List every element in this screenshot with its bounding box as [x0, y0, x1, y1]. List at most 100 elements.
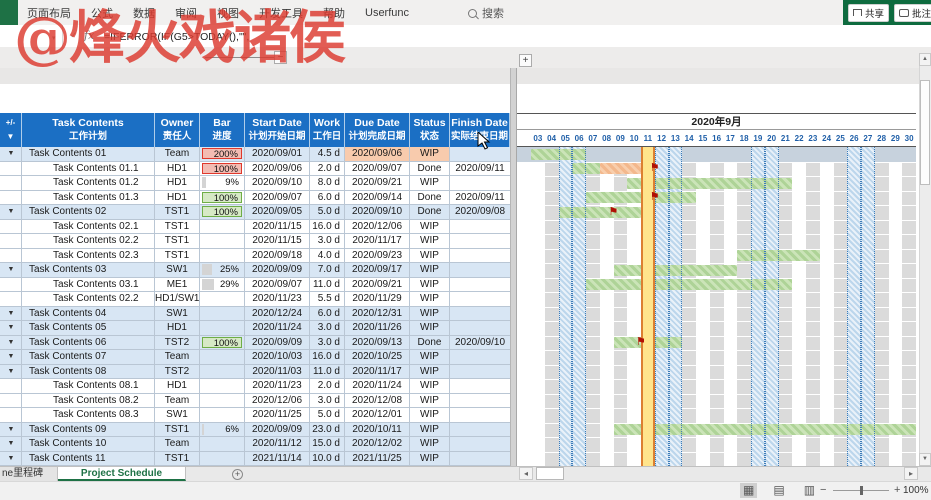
cell-collapse[interactable]: [0, 278, 22, 292]
pane-split-bar[interactable]: [510, 68, 517, 481]
cell-status[interactable]: WIP: [410, 394, 450, 408]
cell-status[interactable]: WIP: [410, 307, 450, 321]
table-row[interactable]: ▼Task Contents 10Team2020/11/1215.0 d202…: [0, 437, 510, 452]
cell-task-name[interactable]: Task Contents 08: [22, 365, 155, 379]
table-row[interactable]: ▼Task Contents 02TST1100%2020/09/055.0 d…: [0, 205, 510, 220]
table-row[interactable]: ▼Task Contents 06TST2100%2020/09/093.0 d…: [0, 336, 510, 351]
cell-owner[interactable]: HD1: [155, 321, 200, 335]
cell-due-date[interactable]: 2020/09/07: [345, 162, 410, 176]
sheet-tab-project-schedule[interactable]: Project Schedule: [58, 467, 186, 481]
cell-task-name[interactable]: Task Contents 11: [22, 452, 155, 466]
gantt-day-number[interactable]: 06: [572, 130, 586, 147]
cell-collapse[interactable]: [0, 263, 22, 277]
ribbon-tab-6[interactable]: 帮助: [323, 5, 345, 21]
gantt-day-number[interactable]: 21: [779, 130, 793, 147]
gantt-day-number[interactable]: 16: [710, 130, 724, 147]
ribbon-tab-4[interactable]: 视图: [217, 5, 239, 21]
cell-progress-bar[interactable]: 100%: [200, 162, 245, 176]
cell-finish-date[interactable]: [450, 263, 510, 277]
gantt-day-number[interactable]: 25: [834, 130, 848, 147]
cell-work-days[interactable]: 16.0 d: [310, 350, 345, 364]
table-header-1[interactable]: Task Contents工作计划: [22, 113, 155, 147]
cell-progress-bar[interactable]: 100%: [200, 336, 245, 350]
cell-status[interactable]: WIP: [410, 350, 450, 364]
cell-owner[interactable]: TST1: [155, 234, 200, 248]
cell-owner[interactable]: TST2: [155, 336, 200, 350]
ribbon-tab-0[interactable]: 页面布局: [27, 5, 71, 21]
cell-collapse[interactable]: [0, 307, 22, 321]
cell-task-name[interactable]: Task Contents 02: [22, 205, 155, 219]
cell-work-days[interactable]: 4.5 d: [310, 147, 345, 161]
cell-status[interactable]: WIP: [410, 379, 450, 393]
cell-status[interactable]: WIP: [410, 452, 450, 466]
horizontal-scrollbar-thumb[interactable]: [536, 467, 564, 480]
formula-confirm-icon[interactable]: ✓: [70, 30, 78, 41]
table-row[interactable]: Task Contents 08.2Team2020/12/063.0 d202…: [0, 394, 510, 409]
comments-button[interactable]: 批注: [894, 4, 931, 22]
cell-start-date[interactable]: 2020/11/25: [245, 408, 310, 422]
gantt-day-number[interactable]: 20: [765, 130, 779, 147]
cell-progress-bar[interactable]: [200, 307, 245, 321]
cell-finish-date[interactable]: [450, 307, 510, 321]
cell-due-date[interactable]: 2020/11/17: [345, 365, 410, 379]
gantt-day-number[interactable]: 19: [751, 130, 765, 147]
cell-status[interactable]: WIP: [410, 263, 450, 277]
group-expand-button[interactable]: +: [519, 54, 532, 67]
cell-collapse[interactable]: [0, 437, 22, 451]
share-button[interactable]: 共享: [848, 4, 889, 22]
cell-work-days[interactable]: 15.0 d: [310, 437, 345, 451]
cell-task-name[interactable]: Task Contents 01.1: [22, 162, 155, 176]
ribbon-tab-5[interactable]: 开发工具: [259, 5, 303, 21]
cell-task-name[interactable]: Task Contents 06: [22, 336, 155, 350]
cell-owner[interactable]: Team: [155, 394, 200, 408]
scroll-up-button[interactable]: ▲: [919, 53, 931, 66]
cell-work-days[interactable]: 5.5 d: [310, 292, 345, 306]
table-header-5[interactable]: Work工作日: [310, 113, 345, 147]
gantt-day-number[interactable]: 30: [902, 130, 916, 147]
cell-task-name[interactable]: Task Contents 07: [22, 350, 155, 364]
search-box[interactable]: 搜索: [468, 5, 504, 21]
cell-task-name[interactable]: Task Contents 10: [22, 437, 155, 451]
cell-due-date[interactable]: 2020/11/29: [345, 292, 410, 306]
gantt-day-number[interactable]: 04: [545, 130, 559, 147]
cell-owner[interactable]: SW1: [155, 408, 200, 422]
cell-collapse[interactable]: [0, 220, 22, 234]
cell-collapse[interactable]: [0, 336, 22, 350]
cell-owner[interactable]: TST1: [155, 423, 200, 437]
gantt-day-number[interactable]: 29: [889, 130, 903, 147]
cell-progress-bar[interactable]: [200, 292, 245, 306]
cell-start-date[interactable]: 2020/09/18: [245, 249, 310, 263]
cell-work-days[interactable]: 11.0 d: [310, 365, 345, 379]
cell-due-date[interactable]: 2020/12/02: [345, 437, 410, 451]
table-row[interactable]: Task Contents 08.1HD12020/11/232.0 d2020…: [0, 379, 510, 394]
gantt-day-number[interactable]: 05: [559, 130, 573, 147]
table-row[interactable]: ▼Task Contents 08TST22020/11/0311.0 d202…: [0, 365, 510, 380]
cell-due-date[interactable]: 2020/11/26: [345, 321, 410, 335]
table-header-7[interactable]: Status状态: [410, 113, 450, 147]
cell-collapse[interactable]: [0, 176, 22, 190]
cell-collapse[interactable]: [0, 379, 22, 393]
group-collapse-button[interactable]: −: [274, 51, 287, 64]
cell-finish-date[interactable]: [450, 423, 510, 437]
cell-progress-bar[interactable]: 6%: [200, 423, 245, 437]
gantt-day-number[interactable]: 15: [696, 130, 710, 147]
cell-work-days[interactable]: 4.0 d: [310, 249, 345, 263]
cell-progress-bar[interactable]: [200, 321, 245, 335]
cell-collapse[interactable]: [0, 408, 22, 422]
cell-progress-bar[interactable]: 25%: [200, 263, 245, 277]
cell-owner[interactable]: HD1: [155, 162, 200, 176]
cell-due-date[interactable]: 2020/09/13: [345, 336, 410, 350]
cell-due-date[interactable]: 2020/09/10: [345, 205, 410, 219]
cell-task-name[interactable]: Task Contents 09: [22, 423, 155, 437]
cell-start-date[interactable]: 2020/11/12: [245, 437, 310, 451]
zoom-out-button[interactable]: −: [820, 484, 826, 496]
gantt-day-number[interactable]: 28: [875, 130, 889, 147]
gantt-day-number[interactable]: 13: [669, 130, 683, 147]
page-break-view-icon[interactable]: ▥: [801, 483, 818, 498]
cell-status[interactable]: WIP: [410, 408, 450, 422]
cell-finish-date[interactable]: [450, 394, 510, 408]
cell-progress-bar[interactable]: 29%: [200, 278, 245, 292]
cell-collapse[interactable]: [0, 394, 22, 408]
cell-due-date[interactable]: 2020/09/21: [345, 278, 410, 292]
cell-progress-bar[interactable]: [200, 249, 245, 263]
